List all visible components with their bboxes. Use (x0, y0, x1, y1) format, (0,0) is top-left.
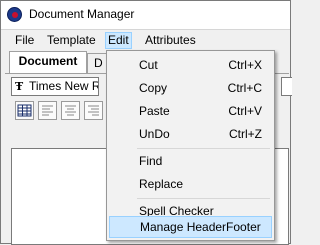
app-window: Document Manager File Template Edit Attr… (0, 0, 292, 245)
font-name-value: Times New Roman (29, 79, 98, 93)
title-bar: Document Manager (1, 1, 290, 30)
menu-attributes[interactable]: Attributes (143, 32, 198, 49)
menu-file[interactable]: File (13, 32, 36, 49)
align-right-icon[interactable] (84, 101, 103, 120)
menu-item-cut[interactable]: Cut Ctrl+X (109, 54, 272, 76)
font-size-combo[interactable] (281, 77, 292, 96)
menu-item-paste[interactable]: Paste Ctrl+V (109, 100, 272, 122)
font-name-combo[interactable]: Ŧ Times New Roman (11, 77, 99, 96)
menu-item-find-label: Find (139, 154, 163, 168)
align-left-icon[interactable] (38, 101, 57, 120)
menu-item-manage-headerfooter-label: Manage HeaderFooter (140, 220, 261, 234)
tab-document[interactable]: Document (9, 51, 87, 73)
menu-item-paste-shortcut: Ctrl+V (228, 104, 262, 118)
menu-item-paste-label: Paste (139, 104, 170, 118)
menu-item-replace[interactable]: Replace (109, 173, 272, 195)
align-center-icon[interactable] (61, 101, 80, 120)
menu-item-undo-shortcut: Ctrl+Z (229, 127, 262, 141)
menu-template[interactable]: Template (45, 32, 98, 49)
menu-item-copy-label: Copy (139, 81, 168, 95)
menu-item-replace-label: Replace (139, 177, 184, 191)
menu-item-undo-label: UnDo (139, 127, 170, 141)
menu-item-cut-shortcut: Ctrl+X (228, 58, 262, 72)
table-icon[interactable] (15, 101, 34, 120)
app-logo-icon[interactable] (7, 7, 22, 22)
menu-edit[interactable]: Edit (105, 32, 132, 49)
truetype-font-icon: Ŧ (15, 80, 24, 93)
menu-item-find[interactable]: Find (109, 150, 272, 172)
menu-item-manage-headerfooter[interactable]: Manage HeaderFooter (109, 216, 272, 238)
menu-bar: File Template Edit Attributes (1, 31, 290, 50)
window-title: Document Manager (29, 7, 135, 21)
menu-separator (137, 148, 270, 149)
edit-menu-dropdown: Cut Ctrl+X Copy Ctrl+C Paste Ctrl+V UnDo… (106, 50, 275, 241)
menu-item-cut-label: Cut (139, 58, 158, 72)
menu-item-copy-shortcut: Ctrl+C (227, 81, 262, 95)
menu-item-copy[interactable]: Copy Ctrl+C (109, 77, 272, 99)
menu-item-undo[interactable]: UnDo Ctrl+Z (109, 123, 272, 145)
tab-second[interactable]: D (87, 53, 107, 73)
menu-separator (137, 198, 270, 199)
